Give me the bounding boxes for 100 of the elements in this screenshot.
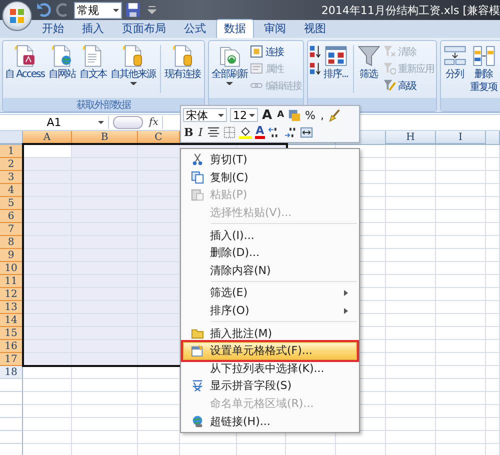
borders-icon[interactable]	[222, 126, 236, 140]
shrink-font-button[interactable]: A	[276, 110, 286, 120]
ribbon-button[interactable]	[309, 44, 322, 59]
table-cell	[72, 418, 138, 431]
row-header[interactable]: 11	[0, 275, 23, 288]
row-header[interactable]: 5	[0, 197, 23, 210]
column-header[interactable]: I	[436, 131, 486, 144]
row-header[interactable]: 4	[0, 184, 23, 197]
column-header[interactable]: H	[386, 131, 436, 144]
table-cell	[23, 197, 72, 210]
table-cell	[436, 184, 486, 197]
decrease-decimal-icon[interactable]	[284, 126, 298, 140]
row-header[interactable]: 12	[0, 288, 23, 301]
menu-item[interactable]: 删除(D)...	[183, 244, 357, 262]
row-header[interactable]: 13	[0, 301, 23, 314]
ribbon-button[interactable]: 全部刷新	[210, 43, 250, 86]
number-format-dropdown[interactable]: 常规	[74, 2, 122, 18]
ribbon-tab[interactable]: 插入	[74, 19, 112, 38]
row-header[interactable]: 18	[0, 366, 23, 379]
table-cell	[436, 197, 486, 210]
row-header[interactable]: 8	[0, 236, 23, 249]
office-button[interactable]	[2, 1, 32, 31]
ribbon-button[interactable]: 删除 重复项	[468, 43, 499, 95]
menu-item[interactable]: 显示拼音字段(S)	[183, 377, 357, 395]
font-size-dropdown[interactable]: 12	[230, 108, 258, 122]
ribbon-button[interactable]: 连接	[250, 44, 302, 59]
table-cell	[436, 353, 486, 366]
insert-function-button[interactable]: fx	[149, 117, 158, 128]
format-button[interactable]: %	[304, 108, 316, 122]
table-cell	[486, 353, 500, 366]
table-cell	[386, 431, 436, 444]
menu-item[interactable]: 插入(I)...	[183, 226, 357, 244]
row-header[interactable]: 1	[0, 145, 23, 158]
save-icon[interactable]	[125, 2, 141, 18]
grow-font-button[interactable]: A	[261, 108, 274, 123]
menu-item[interactable]: 复制(C)	[183, 168, 357, 186]
undo-icon[interactable]	[36, 2, 52, 18]
menu-item[interactable]: 插入批注(M)	[183, 324, 357, 342]
ribbon-tab[interactable]: 开始	[34, 19, 72, 38]
row-header[interactable]: 3	[0, 171, 23, 184]
table-cell	[386, 379, 436, 392]
menu-item[interactable]: 从下拉列表中选择(K)...	[183, 360, 357, 378]
sort-icon	[324, 44, 348, 68]
menu-item[interactable]: 设置单元格格式(F)...	[183, 342, 357, 360]
row-header[interactable]	[0, 379, 23, 392]
ribbon-tab[interactable]: 公式	[176, 19, 214, 38]
fill-color-icon[interactable]	[238, 126, 252, 140]
ribbon-button[interactable]: 自文本	[78, 43, 108, 82]
ribbon-button[interactable]: 分列	[442, 43, 468, 82]
row-header[interactable]	[0, 431, 23, 444]
merge-center-icon[interactable]	[300, 126, 314, 140]
menu-item[interactable]: 超链接(H)...	[183, 412, 357, 430]
table-cell	[386, 392, 436, 405]
menu-item[interactable]: 剪切(T)	[183, 151, 357, 169]
italic-button[interactable]: I	[197, 126, 204, 140]
ribbon-button[interactable]	[309, 61, 322, 76]
table-cell	[486, 340, 500, 353]
row-header[interactable]: 15	[0, 327, 23, 340]
ribbon-tab[interactable]: 数据	[216, 19, 254, 38]
row-header[interactable]: 6	[0, 210, 23, 223]
column-header[interactable]: B	[72, 131, 138, 144]
row-header[interactable]: 10	[0, 262, 23, 275]
row-header[interactable]: 7	[0, 223, 23, 236]
table-cell	[23, 262, 72, 275]
row-header[interactable]	[0, 392, 23, 405]
font-color-button[interactable]: A	[254, 126, 266, 140]
table-cell	[138, 249, 180, 262]
menu-item[interactable]: 排序(O)	[183, 302, 357, 320]
ribbon-button[interactable]: 高级	[382, 78, 435, 93]
row-header[interactable]: 17	[0, 353, 23, 366]
bold-button[interactable]: B	[183, 126, 194, 140]
brush-icon[interactable]	[328, 108, 341, 122]
row-header[interactable]: 2	[0, 158, 23, 171]
ribbon-tab[interactable]: 视图	[296, 19, 334, 38]
row-header[interactable]	[0, 405, 23, 418]
table-cell	[23, 223, 72, 236]
name-box[interactable]: A1	[0, 116, 109, 129]
ribbon-button[interactable]: 筛选	[356, 43, 382, 82]
ribbon-button[interactable]: 排序...	[322, 43, 350, 82]
table-cell	[23, 158, 72, 171]
table-cell	[386, 366, 436, 379]
format-button[interactable]: ,	[319, 108, 325, 122]
menu-item[interactable]: 清除内容(N)	[183, 262, 357, 280]
row-header[interactable]: 14	[0, 314, 23, 327]
row-header[interactable]	[0, 418, 23, 431]
row-header[interactable]: 9	[0, 249, 23, 262]
column-header[interactable]: A	[23, 131, 72, 144]
ribbon-tab[interactable]: 页面布局	[114, 19, 174, 38]
formula-bar-handle[interactable]	[113, 116, 143, 129]
align-center-icon[interactable]	[206, 126, 220, 140]
ribbon-button[interactable]: 自 Access	[4, 43, 46, 82]
menu-item[interactable]: 筛选(E)	[183, 284, 357, 302]
ribbon-button[interactable]: 自网站	[47, 43, 78, 82]
table-cell	[23, 288, 72, 301]
font-dropdown[interactable]: 宋体	[183, 108, 227, 122]
row-header[interactable]: 16	[0, 340, 23, 353]
ribbon-button[interactable]: 自其他来源	[109, 43, 158, 86]
ribbon-tab[interactable]: 审阅	[256, 19, 294, 38]
ribbon-button[interactable]: 现有连接	[163, 43, 202, 82]
column-header[interactable]: C	[138, 131, 180, 144]
